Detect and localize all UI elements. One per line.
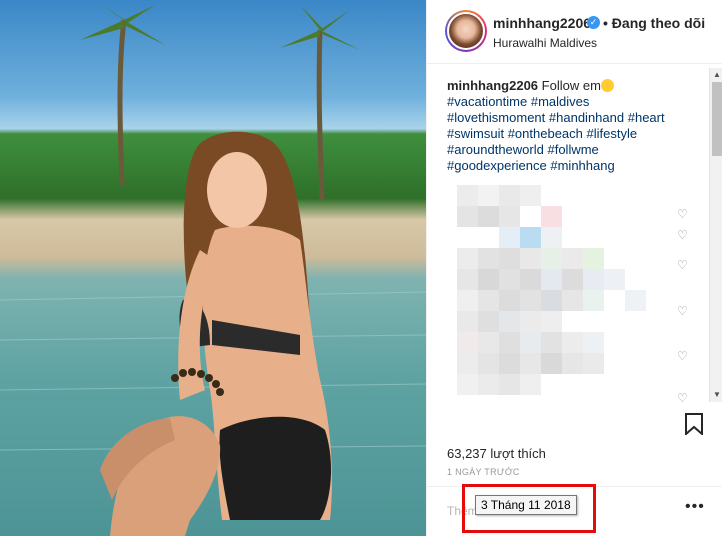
caption-text: Follow em bbox=[541, 78, 601, 93]
like-count[interactable]: 63,237 lượt thích bbox=[447, 446, 546, 461]
hashtag-link[interactable]: #minhhang bbox=[550, 158, 614, 173]
hashtag-link[interactable]: #swimsuit bbox=[447, 126, 504, 141]
heart-icon[interactable]: ♡ bbox=[677, 207, 688, 221]
caption-username[interactable]: minhhang2206 bbox=[447, 78, 538, 93]
post-photo[interactable] bbox=[0, 0, 426, 536]
bookmark-icon[interactable] bbox=[685, 413, 703, 435]
hashtag-link[interactable]: #lovethismoment bbox=[447, 110, 545, 125]
location-link[interactable]: Hurawalhi Maldives bbox=[493, 36, 597, 50]
post-detail-panel: minhhang2206 ✓ • Đang theo dõi Hurawalhi… bbox=[426, 0, 722, 536]
post-header: minhhang2206 ✓ • Đang theo dõi Hurawalhi… bbox=[427, 0, 722, 64]
verified-badge-icon: ✓ bbox=[587, 16, 600, 29]
hashtag-link[interactable]: #handinhand bbox=[549, 110, 624, 125]
hashtag-link[interactable]: #maldives bbox=[531, 94, 590, 109]
hashtag-link[interactable]: #vacationtime bbox=[447, 94, 527, 109]
username-link[interactable]: minhhang2206 bbox=[493, 15, 591, 31]
heart-icon[interactable]: ♡ bbox=[677, 349, 688, 363]
hashtag-link[interactable]: #follwme bbox=[547, 142, 598, 157]
following-button[interactable]: • Đang theo dõi bbox=[603, 15, 705, 31]
scroll-up-arrow-icon[interactable]: ▲ bbox=[712, 70, 722, 80]
avatar[interactable] bbox=[445, 10, 487, 52]
heart-icon[interactable]: ♡ bbox=[677, 258, 688, 272]
hashtag-link[interactable]: #goodexperience bbox=[447, 158, 547, 173]
scrollbar-thumb[interactable] bbox=[712, 82, 722, 156]
post-caption: minhhang2206 Follow em #vacationtime #ma… bbox=[447, 78, 687, 174]
more-options-icon[interactable]: ••• bbox=[685, 498, 705, 516]
post-time[interactable]: 1 NGÀY TRƯỚC bbox=[447, 467, 520, 477]
heart-icon[interactable]: ♡ bbox=[677, 304, 688, 318]
comments-scrollbar[interactable]: ▲ ▼ bbox=[709, 68, 722, 402]
hashtag-link[interactable]: #aroundtheworld bbox=[447, 142, 544, 157]
heart-icon[interactable]: ♡ bbox=[677, 228, 688, 242]
hashtag-link[interactable]: #lifestyle bbox=[587, 126, 638, 141]
scroll-down-arrow-icon[interactable]: ▼ bbox=[712, 390, 722, 400]
beach-photo-illustration bbox=[0, 0, 426, 536]
heart-icon[interactable]: ♡ bbox=[677, 391, 688, 405]
hashtag-link[interactable]: #heart bbox=[628, 110, 665, 125]
comments-section[interactable]: minhhang2206 Follow em #vacationtime #ma… bbox=[427, 65, 722, 405]
date-tooltip: 3 Tháng 11 2018 bbox=[475, 495, 577, 515]
avatar-image bbox=[447, 12, 485, 50]
post-actions bbox=[427, 405, 722, 439]
tongue-out-emoji-icon bbox=[600, 79, 614, 92]
hashtag-link[interactable]: #onthebeach bbox=[508, 126, 583, 141]
